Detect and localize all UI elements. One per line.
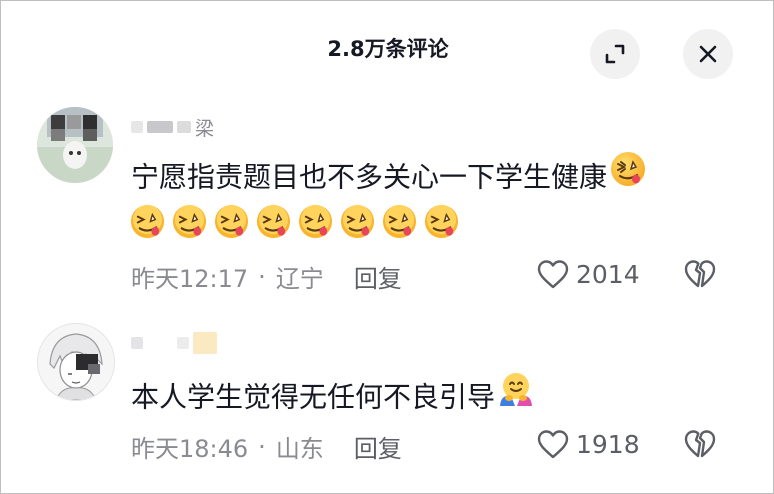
close-button[interactable] xyxy=(683,29,733,79)
comment-time: 昨天12:17 xyxy=(131,265,249,293)
like-button[interactable]: 2014 xyxy=(536,259,640,289)
username-text: 梁 xyxy=(195,117,215,140)
drooling-face-icon xyxy=(298,204,333,239)
username-blur xyxy=(147,121,173,133)
emoji-row xyxy=(129,203,460,240)
username-blur xyxy=(193,332,217,354)
broken-heart-icon xyxy=(684,430,716,458)
comment-header: 2.8万条评论 xyxy=(1,19,774,83)
drooling-face-icon xyxy=(130,204,165,239)
drooling-face-icon xyxy=(382,204,417,239)
like-button[interactable]: 1918 xyxy=(536,429,640,459)
drooling-face-icon xyxy=(424,204,459,239)
expand-icon xyxy=(605,44,625,64)
heart-icon xyxy=(537,430,569,459)
comment-meta: 昨天18:46 · 山东 回复 xyxy=(131,429,402,464)
comment-text: 本人学生觉得无任何不良引导 xyxy=(131,373,535,424)
reply-button[interactable]: 回复 xyxy=(354,259,402,294)
meta-separator: · xyxy=(258,432,266,461)
drooling-face-icon xyxy=(340,204,375,239)
dislike-button[interactable] xyxy=(683,429,717,463)
avatar-image xyxy=(38,324,114,400)
comment-panel: 2.8万条评论 梁 宁愿指责题目也不多关心一下学生健康 昨天12:17 · 辽宁… xyxy=(0,0,774,494)
like-count: 2014 xyxy=(576,259,640,289)
comment-meta: 昨天12:17 · 辽宁 回复 xyxy=(131,259,402,294)
username-blur xyxy=(177,337,189,349)
heart-icon xyxy=(537,260,569,289)
drooling-face-icon xyxy=(172,204,207,239)
drooling-face-icon xyxy=(609,150,647,201)
comment-count-title: 2.8万条评论 xyxy=(327,37,449,61)
like-count: 1918 xyxy=(576,429,640,459)
avatar[interactable] xyxy=(37,323,115,401)
comment-time: 昨天18:46 xyxy=(131,435,249,463)
comment-body: 宁愿指责题目也不多关心一下学生健康 xyxy=(131,160,608,194)
avatar-image xyxy=(37,107,113,183)
close-icon xyxy=(699,45,717,63)
comment-location: 山东 xyxy=(275,435,324,463)
drooling-face-icon xyxy=(256,204,291,239)
comment-body: 本人学生觉得无任何不良引导 xyxy=(131,380,496,414)
username-blur xyxy=(131,121,143,133)
username-blur xyxy=(147,337,173,349)
broken-heart-icon xyxy=(684,260,716,288)
username[interactable]: 梁 xyxy=(131,115,215,140)
avatar[interactable] xyxy=(37,107,113,183)
dislike-button[interactable] xyxy=(683,259,717,293)
username-blur xyxy=(177,121,191,133)
meta-separator: · xyxy=(258,262,266,291)
comment-location: 辽宁 xyxy=(275,265,324,293)
expand-button[interactable] xyxy=(590,29,640,79)
drooling-face-icon xyxy=(214,204,249,239)
comment-text: 宁愿指责题目也不多关心一下学生健康 xyxy=(131,150,647,204)
reply-button[interactable]: 回复 xyxy=(354,429,402,464)
hugging-face-icon xyxy=(497,370,535,421)
username-blur xyxy=(131,337,143,349)
username[interactable] xyxy=(131,331,221,355)
